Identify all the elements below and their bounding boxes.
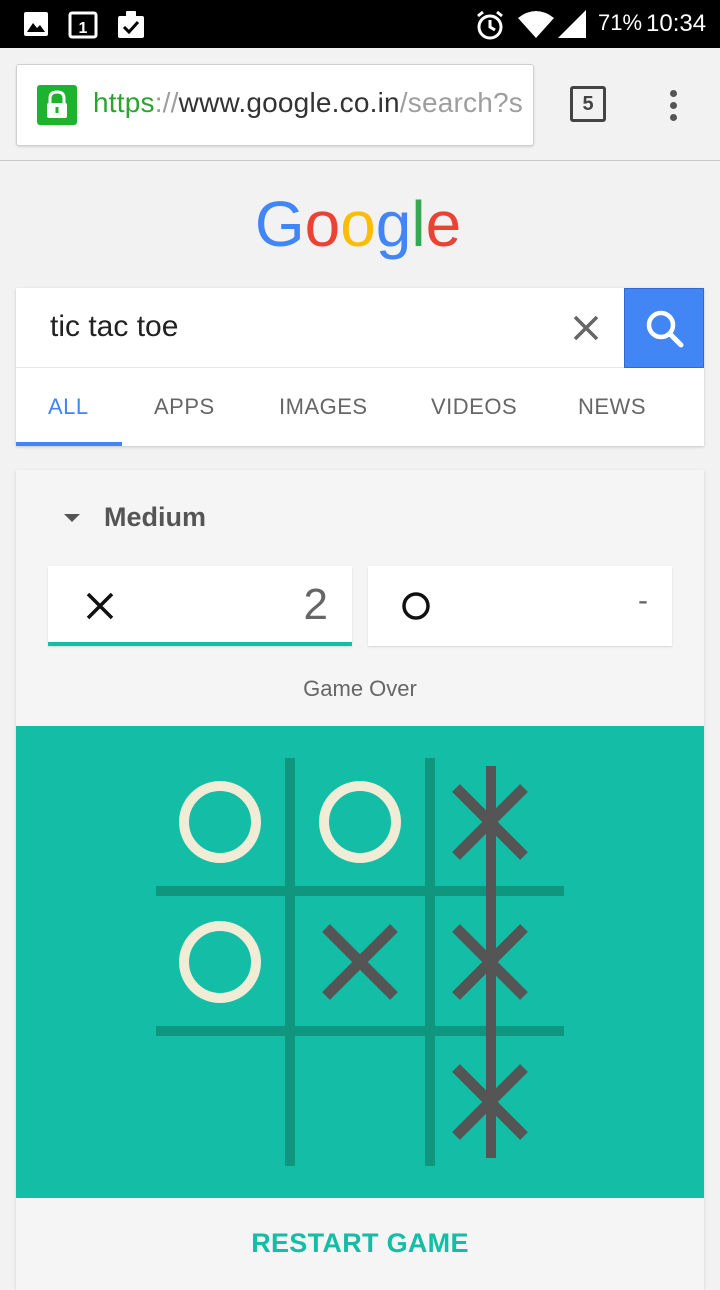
- search-box: tic tac toe ALL APPS IMAGES VIDEOS NEWS: [16, 288, 704, 446]
- google-logo: Google: [0, 186, 720, 266]
- x-score-value: 2: [303, 580, 328, 629]
- game-board: [16, 726, 704, 1198]
- tab-switcher-button[interactable]: 5: [570, 86, 606, 122]
- board-cell[interactable]: [292, 894, 428, 1030]
- divider: [16, 367, 624, 368]
- restart-game-button[interactable]: RESTART GAME: [16, 1228, 704, 1259]
- tic-tac-toe-card: Medium 2 - Game Over RESTART GAME: [16, 470, 704, 1290]
- board-canvas: [152, 754, 564, 1170]
- clipboard-check-icon: [118, 11, 144, 38]
- wifi-icon: [518, 11, 554, 38]
- player-o-score: -: [368, 566, 672, 646]
- tab-videos[interactable]: VIDEOS: [431, 394, 517, 420]
- svg-text:1: 1: [79, 20, 88, 37]
- board-cell[interactable]: [152, 1034, 288, 1170]
- game-status: Game Over: [303, 676, 417, 701]
- clear-icon[interactable]: [568, 310, 604, 346]
- board-cell[interactable]: [292, 754, 428, 890]
- player-x-score: 2: [48, 566, 352, 646]
- browser-toolbar: https://www.google.co.in/search?s 5: [0, 48, 720, 161]
- calendar-icon: 1: [68, 11, 98, 39]
- o-score-value: -: [638, 584, 648, 617]
- winning-line: [486, 766, 496, 1158]
- board-cell[interactable]: [292, 1034, 428, 1170]
- lock-icon: [37, 85, 77, 125]
- signal-icon: [558, 10, 586, 38]
- svg-text:Google: Google: [255, 188, 461, 260]
- overflow-menu-icon[interactable]: [660, 84, 688, 124]
- search-input[interactable]: tic tac toe: [50, 310, 178, 344]
- difficulty-label: Medium: [104, 502, 207, 532]
- image-icon: [24, 12, 48, 36]
- board-cell[interactable]: [152, 754, 288, 890]
- active-tab-indicator: [16, 442, 122, 446]
- search-button[interactable]: [624, 288, 704, 368]
- address-bar[interactable]: https://www.google.co.in/search?s: [16, 64, 534, 146]
- status-bar: 1 71% 10:34: [0, 0, 720, 48]
- clock: 10:34: [646, 10, 707, 37]
- o-icon: [402, 592, 430, 620]
- url-text[interactable]: https://www.google.co.in/search?s: [93, 87, 523, 119]
- alarm-icon: [477, 10, 503, 40]
- search-icon: [646, 310, 684, 348]
- caret-down-icon: [64, 514, 80, 522]
- tab-news[interactable]: NEWS: [578, 394, 646, 420]
- tab-apps[interactable]: APPS: [154, 394, 215, 420]
- tab-all[interactable]: ALL: [48, 394, 89, 420]
- board-cell[interactable]: [152, 894, 288, 1030]
- battery-level: 71%: [598, 10, 643, 35]
- x-icon: [86, 592, 114, 620]
- tab-images[interactable]: IMAGES: [279, 394, 368, 420]
